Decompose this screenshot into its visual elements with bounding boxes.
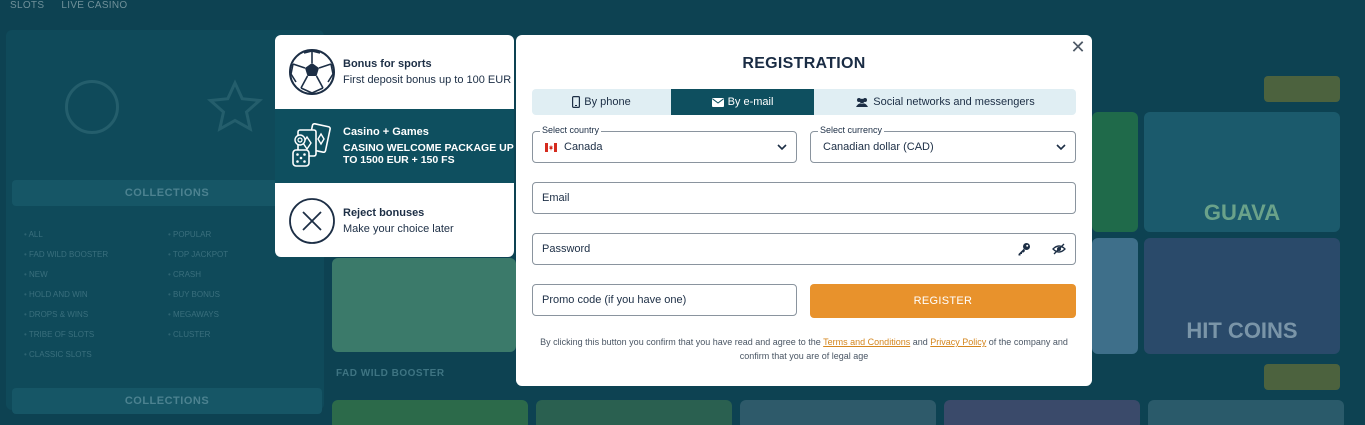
users-icon [856,98,869,107]
bg-game-tile [536,400,732,425]
eye-slash-icon[interactable] [1052,242,1066,256]
terms-and-conditions-link[interactable]: Terms and Conditions [823,337,910,347]
tab-by-phone[interactable]: By phone [532,89,671,115]
bg-game-tile [1092,112,1138,232]
bg-right-list: POPULAR TOP JACKPOT CRASH BUY BONUS MEGA… [168,225,228,345]
bg-clock-icon [22,40,162,170]
bg-collections-label-2: COLLECTIONS [12,388,322,414]
bg-game-tile-hit-coins: HIT COINS [1144,238,1340,354]
privacy-policy-link[interactable]: Privacy Policy [930,337,986,347]
bonus-casino-title: Casino + Games [343,126,429,138]
promo-code-placeholder: Promo code (if you have one) [542,294,687,306]
bg-game-tile [1092,238,1138,354]
tab-by-phone-label: By phone [584,96,631,108]
currency-select-value: Canadian dollar (CAD) [823,141,934,153]
bonus-option-sports[interactable]: Bonus for sports First deposit bonus up … [275,35,514,108]
bg-game-tile [332,400,528,425]
modal-title: REGISTRATION [742,55,866,72]
bg-game-tile-guava: GUAVA [1144,112,1340,232]
chevron-down-icon [1056,144,1066,151]
bg-game-tile [332,258,516,352]
bonus-sports-title: Bonus for sports [343,57,432,70]
registration-tabs: By phone By e-mail Social networks and m… [532,89,1076,115]
bg-game-tile [1148,400,1344,425]
close-circle-icon [287,196,337,246]
bg-nav-live-casino: LIVE CASINO [61,0,128,11]
registration-modal: ✕ REGISTRATION By phone By e-mail Social… [516,35,1092,386]
bonus-reject-description: Make your choice later [343,222,454,235]
country-select-value: Canada [564,141,603,153]
soccer-ball-icon [287,47,337,97]
tab-social-label: Social networks and messengers [873,96,1035,108]
bg-game-tile [740,400,936,425]
currency-select[interactable]: Select currency Canadian dollar (CAD) [810,125,1076,163]
bonus-selector: Bonus for sports First deposit bonus up … [275,35,514,257]
password-placeholder: Password [542,243,591,255]
bonus-option-casino[interactable]: Casino + Games CASINO WELCOME PACKAGE UP… [275,109,514,183]
bg-game-tile [944,400,1140,425]
currency-select-label: Select currency [818,125,885,135]
bonus-sports-description: First deposit bonus up to 100 EUR [343,73,512,86]
terms-text: By clicking this button you confirm that… [540,337,1068,361]
envelope-icon [711,97,724,107]
tab-by-email[interactable]: By e-mail [671,89,814,115]
register-button[interactable]: REGISTER [810,284,1076,318]
email-field[interactable]: Email [532,182,1076,214]
bonus-option-reject[interactable]: Reject bonuses Make your choice later [275,184,514,257]
phone-icon [572,96,581,108]
bg-left-list: ALL FAD WILD BOOSTER NEW HOLD AND WIN DR… [24,225,109,365]
country-select-label: Select country [540,125,602,135]
cards-dice-icon [287,121,337,171]
bg-section-title: FAD WILD BOOSTER [336,368,445,379]
bonus-casino-description: CASINO WELCOME PACKAGE UP TO 1500 EUR + … [343,142,514,166]
email-placeholder: Email [542,192,570,204]
password-field[interactable]: Password [532,233,1076,265]
tab-social-networks[interactable]: Social networks and messengers [814,89,1076,115]
chevron-down-icon [777,144,787,151]
country-select[interactable]: Select country Canada [532,125,797,163]
bg-button [1264,364,1340,390]
bonus-reject-title: Reject bonuses [343,206,425,219]
promo-code-field[interactable]: Promo code (if you have one) [532,284,797,316]
bg-button [1264,76,1340,102]
tab-by-email-label: By e-mail [727,96,774,108]
background-nav: SLOTS LIVE CASINO [10,0,142,11]
close-icon[interactable]: ✕ [1070,38,1086,56]
key-icon[interactable] [1017,242,1031,256]
canada-flag-icon [545,143,557,152]
bg-nav-slots: SLOTS [10,0,45,11]
